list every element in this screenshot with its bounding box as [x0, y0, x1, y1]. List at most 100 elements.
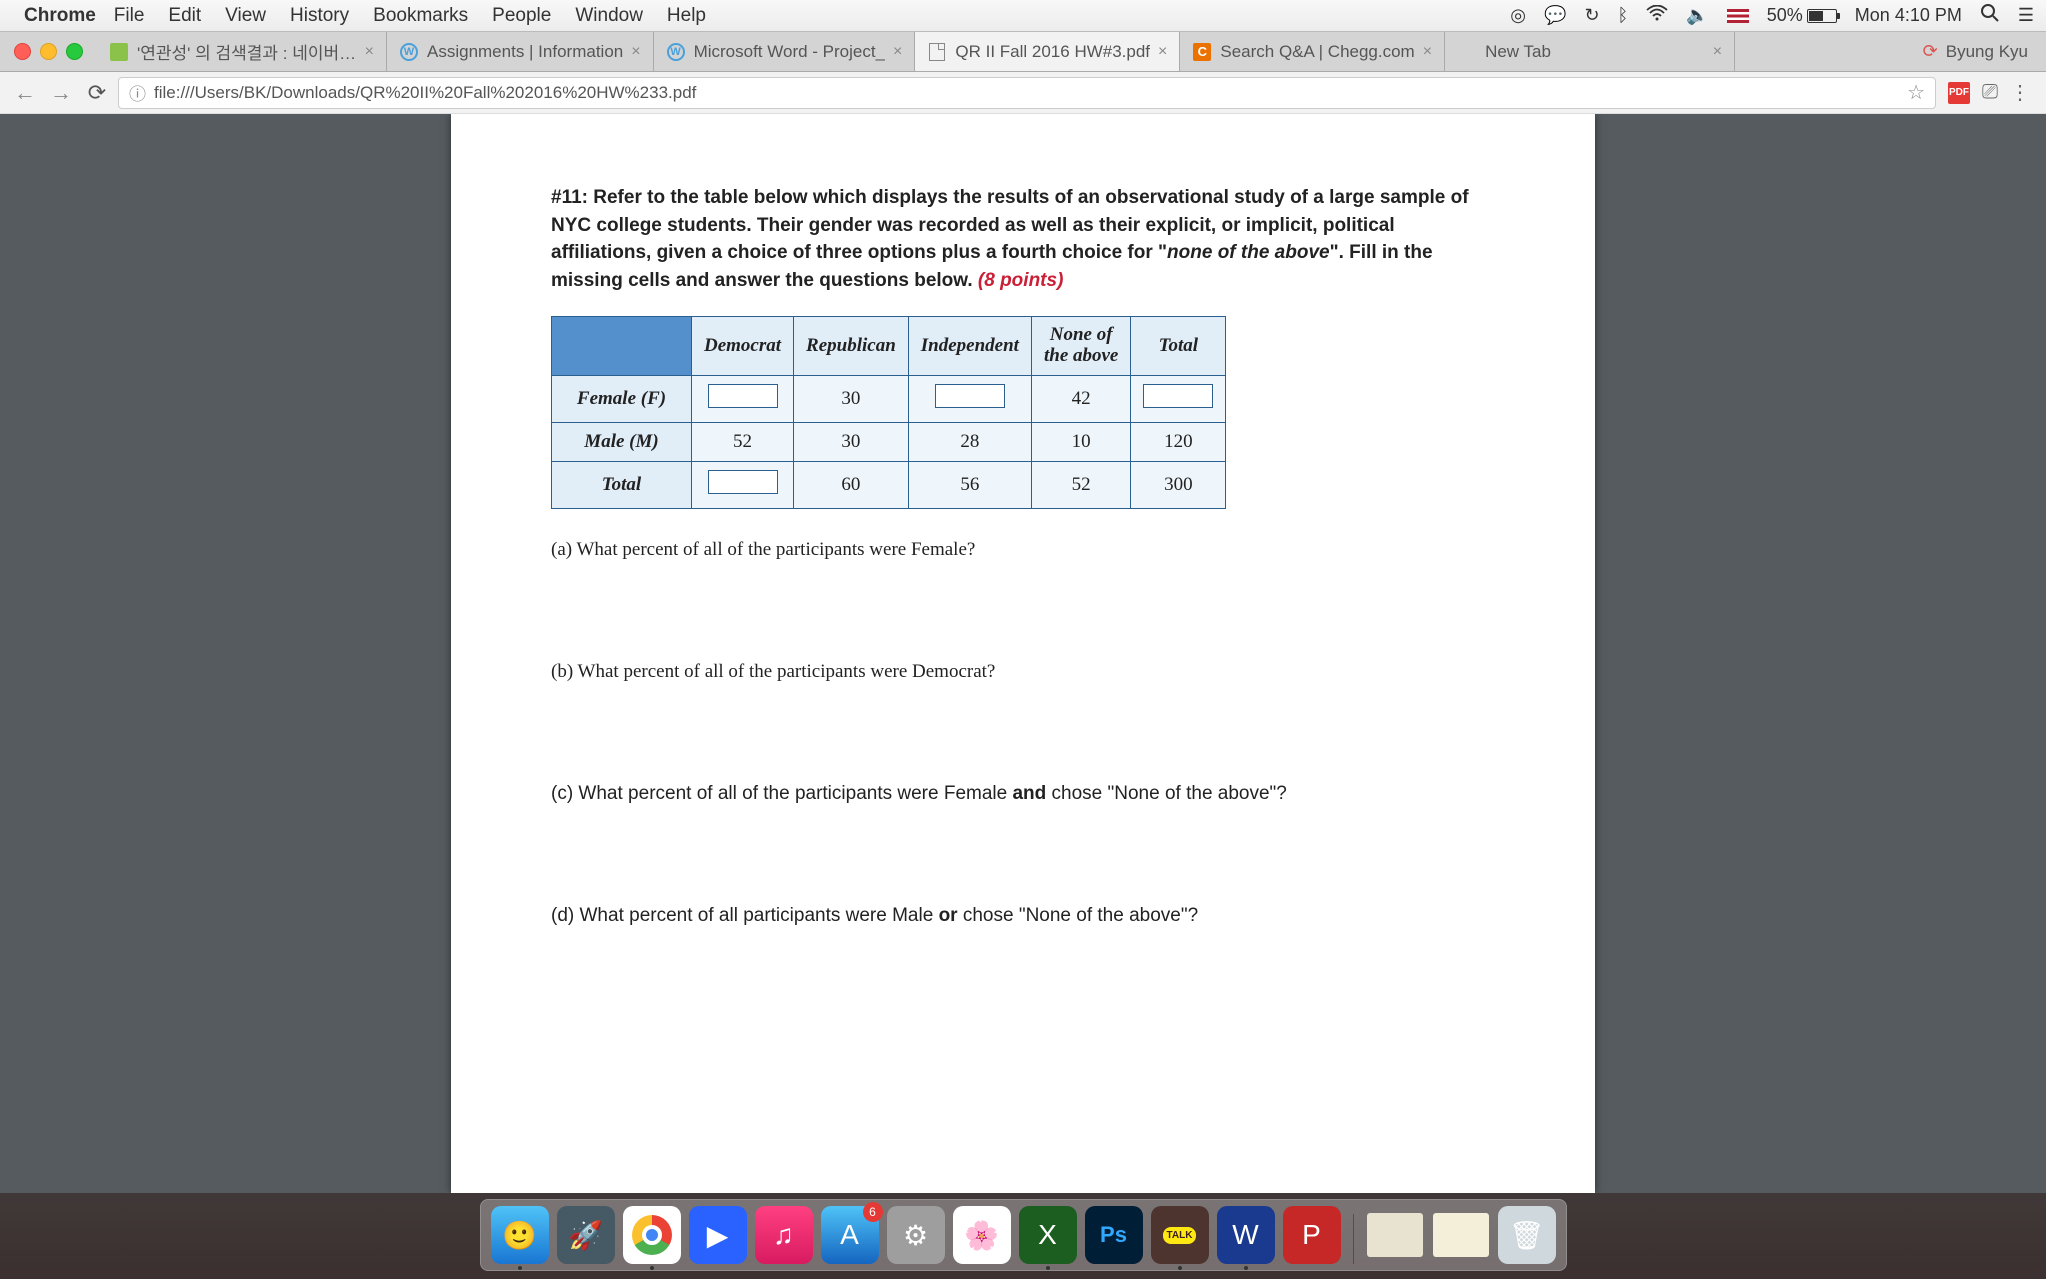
site-info-icon[interactable]: ⓘ	[129, 80, 146, 105]
window-controls	[0, 32, 97, 71]
wordpress-favicon-icon: W	[667, 43, 685, 61]
sync-error-icon: ⟳	[1923, 41, 1938, 62]
wordpress-favicon-icon: W	[400, 43, 418, 61]
question-a: (a) What percent of all of the participa…	[551, 539, 1495, 561]
pdf-extension-icon[interactable]: PDF	[1948, 82, 1970, 104]
url-text: file:///Users/BK/Downloads/QR%20II%20Fal…	[154, 83, 1907, 103]
menu-bookmarks[interactable]: Bookmarks	[373, 5, 468, 27]
col-header: Independent	[908, 317, 1031, 376]
bookmark-star-icon[interactable]: ☆	[1907, 80, 1925, 105]
table-cell-blank	[908, 375, 1031, 422]
table-cell-blank	[692, 461, 794, 508]
browser-tab-strip: '연관성' 의 검색결과 : 네이버 영 × W Assignments | I…	[0, 32, 2046, 72]
table-cell: 56	[908, 461, 1031, 508]
badge-count: 6	[863, 1202, 883, 1222]
close-tab-icon[interactable]: ×	[365, 43, 374, 61]
dock-kakaotalk-icon[interactable]: TALK	[1151, 1206, 1209, 1264]
question-c: (c) What percent of all of the participa…	[551, 783, 1495, 805]
pdf-viewer[interactable]: #11: Refer to the table below which disp…	[0, 114, 2046, 1193]
back-button[interactable]: ←	[10, 78, 40, 108]
chrome-menu-icon[interactable]: ⋮	[2010, 80, 2030, 105]
dock-launchpad-icon[interactable]: 🚀	[557, 1206, 615, 1264]
table-cell: 42	[1031, 375, 1130, 422]
browser-tab-active[interactable]: QR II Fall 2016 HW#3.pdf ×	[915, 32, 1180, 71]
menu-window[interactable]: Window	[575, 5, 643, 27]
menu-edit[interactable]: Edit	[168, 5, 201, 27]
battery-status[interactable]: 50%	[1767, 5, 1837, 26]
dock-trash-icon[interactable]: 🗑	[1498, 1206, 1556, 1264]
close-tab-icon[interactable]: ×	[893, 43, 902, 61]
close-tab-icon[interactable]: ×	[1158, 43, 1167, 61]
cast-icon[interactable]: ⎚	[1982, 81, 1998, 104]
reload-button[interactable]: ⟳	[82, 78, 112, 108]
minimize-window-button[interactable]	[40, 43, 57, 60]
table-row: Female (F) 30 42	[552, 375, 1226, 422]
address-bar[interactable]: ⓘ file:///Users/BK/Downloads/QR%20II%20F…	[118, 77, 1936, 109]
dock-photos-icon[interactable]: 🌸	[953, 1206, 1011, 1264]
question-prompt: #11: Refer to the table below which disp…	[551, 184, 1495, 294]
close-window-button[interactable]	[14, 43, 31, 60]
speaker-icon[interactable]: 🔈	[1686, 5, 1708, 26]
dock-powerpoint-icon[interactable]: P	[1283, 1206, 1341, 1264]
pdf-page: #11: Refer to the table below which disp…	[451, 114, 1595, 1193]
timemachine-icon[interactable]: ↻	[1584, 5, 1599, 26]
table-cell: 30	[794, 375, 909, 422]
row-header: Male (M)	[552, 422, 692, 461]
dock-excel-icon[interactable]: X	[1019, 1206, 1077, 1264]
profile-button[interactable]: ⟳ Byung Kyu	[1905, 32, 2046, 71]
profile-name: Byung Kyu	[1946, 42, 2028, 62]
tab-title: Search Q&A | Chegg.com	[1220, 42, 1414, 62]
menu-help[interactable]: Help	[667, 5, 706, 27]
app-name[interactable]: Chrome	[24, 5, 96, 27]
question-number: #11:	[551, 187, 588, 208]
chat-icon[interactable]: 💬	[1544, 5, 1566, 26]
dock-itunes-icon[interactable]: ♫	[755, 1206, 813, 1264]
dock-appstore-icon[interactable]: A6	[821, 1206, 879, 1264]
new-tab-favicon-icon	[1457, 42, 1477, 62]
browser-tab[interactable]: C Search Q&A | Chegg.com ×	[1180, 32, 1445, 71]
menu-history[interactable]: History	[290, 5, 349, 27]
dock-word-icon[interactable]: W	[1217, 1206, 1275, 1264]
wifi-icon[interactable]	[1646, 5, 1668, 26]
table-cell: 52	[1031, 461, 1130, 508]
menu-view[interactable]: View	[225, 5, 266, 27]
forward-button[interactable]: →	[46, 78, 76, 108]
browser-tab[interactable]: New Tab ×	[1445, 32, 1735, 71]
col-header: None ofthe above	[1031, 317, 1130, 376]
tab-title: Assignments | Information	[427, 42, 623, 62]
close-tab-icon[interactable]: ×	[1423, 43, 1432, 61]
menu-people[interactable]: People	[492, 5, 551, 27]
dock-finder-icon[interactable]: 🙂	[491, 1206, 549, 1264]
clock[interactable]: Mon 4:10 PM	[1855, 5, 1962, 26]
dock-mail-icon[interactable]: ▶	[689, 1206, 747, 1264]
us-flag-icon[interactable]	[1727, 9, 1749, 23]
browser-toolbar: ← → ⟳ ⓘ file:///Users/BK/Downloads/QR%20…	[0, 72, 2046, 114]
dock-document-icon[interactable]	[1366, 1206, 1424, 1264]
close-tab-icon[interactable]: ×	[631, 43, 640, 61]
spotlight-icon[interactable]	[1980, 3, 2000, 28]
bluetooth-icon[interactable]: ᛒ	[1618, 5, 1629, 26]
tab-title: QR II Fall 2016 HW#3.pdf	[955, 42, 1150, 62]
notifications-icon[interactable]: ☰	[2018, 5, 2034, 26]
dock-chrome-icon[interactable]	[623, 1206, 681, 1264]
dock-preferences-icon[interactable]: ⚙	[887, 1206, 945, 1264]
browser-tab[interactable]: '연관성' 의 검색결과 : 네이버 영 ×	[97, 32, 387, 71]
browser-tab[interactable]: W Microsoft Word - Project_ ×	[654, 32, 916, 71]
col-header: Total	[1131, 317, 1226, 376]
table-cell: 28	[908, 422, 1031, 461]
table-cell: 120	[1131, 422, 1226, 461]
tab-title: Microsoft Word - Project_	[694, 42, 885, 62]
cc-icon[interactable]: ◎	[1510, 5, 1526, 26]
menu-file[interactable]: File	[114, 5, 145, 27]
dock-photoshop-icon[interactable]: Ps	[1085, 1206, 1143, 1264]
zoom-window-button[interactable]	[66, 43, 83, 60]
table-cell: 52	[692, 422, 794, 461]
table-cell-blank	[1131, 375, 1226, 422]
macos-dock: 🙂 🚀 ▶ ♫ A6 ⚙ 🌸 X Ps TALK W P 🗑	[480, 1199, 1567, 1271]
tab-title: New Tab	[1485, 42, 1705, 62]
browser-tab[interactable]: W Assignments | Information ×	[387, 32, 654, 71]
close-tab-icon[interactable]: ×	[1713, 43, 1722, 61]
dock-document-icon[interactable]	[1432, 1206, 1490, 1264]
naver-favicon-icon	[110, 43, 128, 61]
table-cell-blank	[692, 375, 794, 422]
